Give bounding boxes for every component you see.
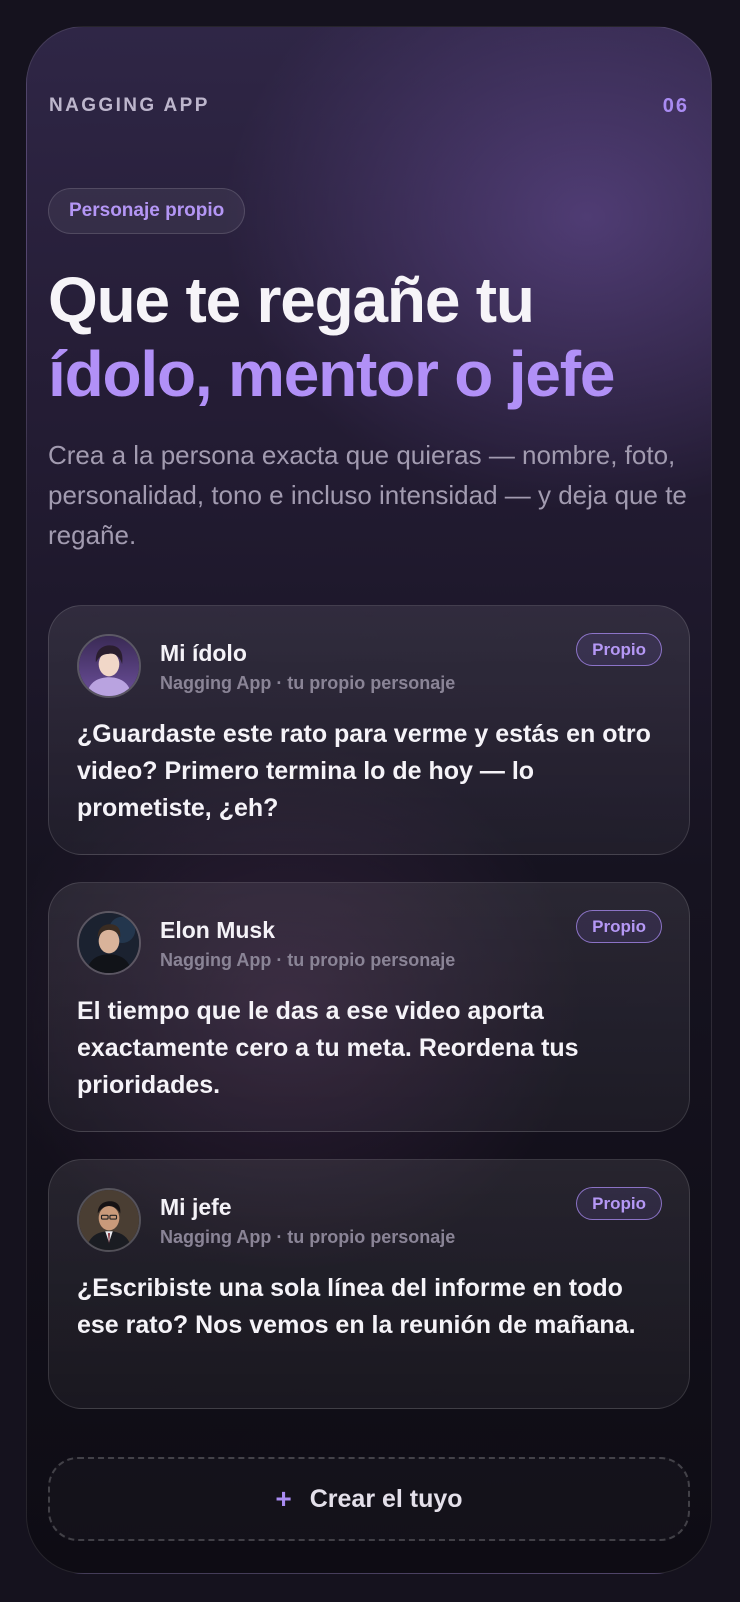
top-bar: NAGGING APP 06 [49, 94, 689, 118]
card-name: Mi jefe [160, 1194, 232, 1220]
tag-pill: Personaje propio [48, 188, 246, 234]
elon-avatar [77, 911, 141, 975]
create-button-label: Crear el tuyo [309, 1484, 463, 1513]
persona-card-boss[interactable]: Mi jefe Nagging App · tu propio personaj… [48, 1159, 690, 1409]
phone-frame: NAGGING APP 06 Personaje propio Que te r… [26, 26, 712, 1574]
card-meta: Nagging App · tu propio personaje [160, 1227, 456, 1247]
headline: Que te regañe tu ídolo, mentor o jefe [48, 263, 698, 411]
custom-badge: Propio [576, 910, 662, 943]
subtitle: Crea a la persona exacta que quieras — n… [48, 440, 687, 550]
card-message: ¿Escribiste una sola línea del informe e… [77, 1274, 636, 1339]
card-name: Elon Musk [160, 917, 276, 943]
persona-card-idol[interactable]: Mi ídolo Nagging App · tu propio persona… [48, 605, 690, 855]
create-your-own-button[interactable]: + Crear el tuyo [48, 1457, 690, 1541]
page-number: 06 [662, 94, 689, 117]
boss-avatar [77, 1188, 141, 1252]
idol-avatar [77, 634, 141, 698]
card-name: Mi ídolo [160, 640, 247, 666]
card-meta: Nagging App · tu propio personaje [160, 673, 456, 693]
persona-card-elon[interactable]: Elon Musk Nagging App · tu propio person… [48, 882, 690, 1132]
app-name: NAGGING APP [49, 95, 210, 116]
custom-badge: Propio [576, 633, 662, 666]
plus-icon: + [275, 1483, 292, 1514]
custom-badge: Propio [576, 1187, 662, 1220]
headline-line-1: Que te regañe tu [48, 264, 535, 336]
headline-line-2: ídolo, mentor o jefe [48, 338, 615, 410]
card-message: El tiempo que le das a ese video aporta … [77, 997, 579, 1099]
card-meta: Nagging App · tu propio personaje [160, 950, 456, 970]
card-message: ¿Guardaste este rato para verme y estás … [77, 720, 651, 822]
